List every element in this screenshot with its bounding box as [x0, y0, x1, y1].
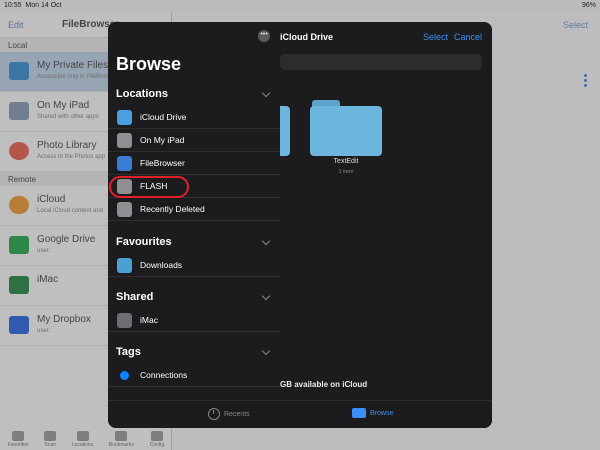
chevron-down-icon[interactable] [261, 291, 271, 301]
shared-label: iMac [140, 315, 158, 325]
location-on-my-ipad[interactable]: On My iPad [108, 129, 280, 152]
folder-item-count: 1 item [338, 169, 354, 175]
browser-content: iCloud Drive Select Cancel TextEdit 1 it… [280, 22, 492, 428]
cancel-button[interactable]: Cancel [454, 32, 482, 42]
tab-browse[interactable]: Browse [352, 408, 393, 418]
chevron-down-icon[interactable] [261, 236, 271, 246]
clock-icon [208, 408, 220, 420]
storage-info: GB available on iCloud [280, 380, 368, 389]
favourite-downloads[interactable]: Downloads [108, 254, 280, 277]
blue-tag-dot-icon [120, 371, 129, 380]
browse-title: Browse [116, 54, 182, 74]
folder-icon [352, 408, 366, 418]
tab-recents[interactable]: Recents [208, 408, 250, 420]
chevron-down-icon[interactable] [261, 346, 271, 356]
cloud-icon [117, 110, 132, 125]
location-recently-deleted[interactable]: Recently Deleted [108, 198, 280, 221]
highlight-annotation [109, 176, 189, 198]
favourite-label: Downloads [140, 260, 183, 270]
location-label: Recently Deleted [140, 204, 205, 214]
folder-textedit[interactable] [310, 100, 382, 156]
location-icloud-drive[interactable]: iCloud Drive [108, 106, 280, 129]
downloads-folder-icon [117, 258, 132, 273]
section-tags[interactable]: Tags [116, 346, 141, 358]
more-options-button[interactable]: ••• [258, 30, 270, 42]
select-button[interactable]: Select [423, 32, 448, 42]
tab-label: Recents [224, 410, 250, 418]
status-bar: 10:55 Mon 14 Oct 96% [0, 0, 600, 12]
shared-imac[interactable]: iMac [108, 309, 280, 332]
shared-users-icon [117, 313, 132, 328]
folder-icon[interactable] [280, 106, 290, 156]
search-input[interactable] [280, 54, 482, 70]
folder-icon [310, 106, 382, 156]
document-browser-sheet: iCloud Drive Select Cancel TextEdit 1 it… [108, 22, 492, 428]
chevron-down-icon[interactable] [261, 88, 271, 98]
location-filebrowser[interactable]: FileBrowser [108, 152, 280, 175]
status-time: 10:55 Mon 14 Oct [4, 2, 62, 9]
filebrowser-icon [117, 156, 132, 171]
section-shared[interactable]: Shared [116, 291, 153, 303]
tab-label: Browse [370, 409, 394, 417]
location-label: iCloud Drive [140, 112, 187, 122]
section-favourites[interactable]: Favourites [116, 236, 172, 248]
location-label: FileBrowser [140, 158, 185, 168]
ipad-icon [117, 133, 132, 148]
folder-name: TextEdit [333, 158, 359, 165]
section-locations[interactable]: Locations [116, 88, 168, 100]
location-label: On My iPad [140, 135, 185, 145]
trash-icon [117, 202, 132, 217]
battery-level: 96% [581, 2, 596, 9]
browse-sidebar: ••• Browse Locations iCloud Drive On My … [108, 22, 280, 400]
tag-label: Connections [140, 370, 188, 380]
browser-tab-bar: Recents Browse [108, 400, 492, 428]
tag-connections[interactable]: Connections [108, 364, 280, 387]
location-title: iCloud Drive [280, 32, 334, 42]
